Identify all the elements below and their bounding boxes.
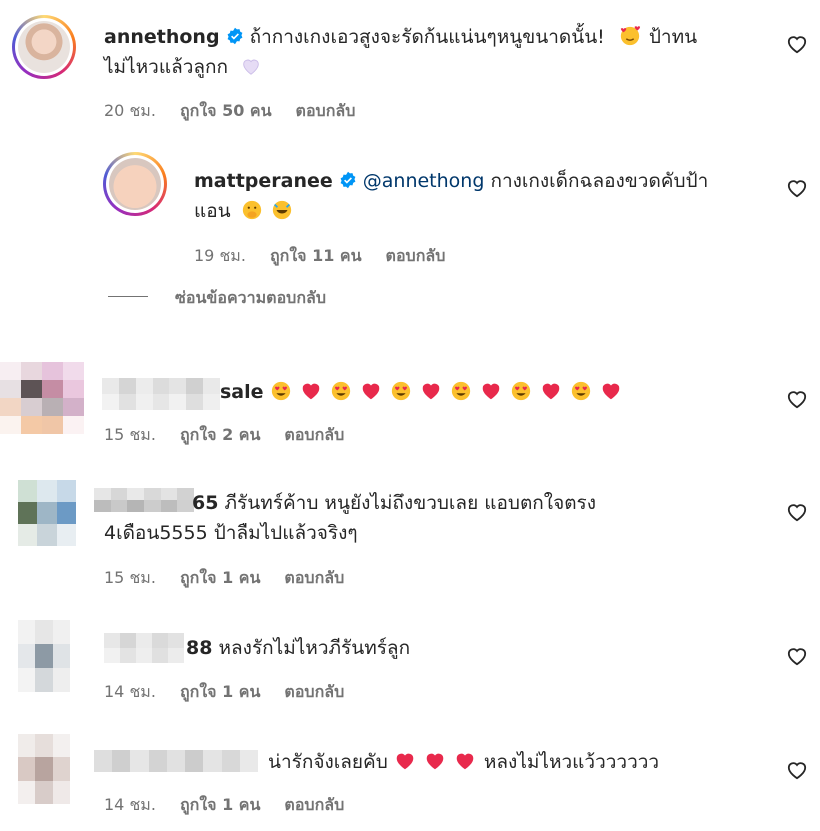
blurred-username	[104, 633, 184, 663]
mention-link[interactable]: @annethong	[363, 170, 485, 192]
heart-eyes-icon	[330, 380, 352, 402]
red-heart-icon	[454, 750, 476, 772]
white-heart-icon	[240, 55, 262, 77]
comment-text-3: ไม่ไหวแล้วลูกก	[104, 56, 229, 78]
hearts-row	[394, 751, 484, 773]
reply-body: mattperanee @annethong กางเกงเด็กฉลองขวดค…	[194, 166, 774, 226]
comment-text: ถ้ากางเกงเอวสูงจะรัดก้นแน่นๆหนูขนาดนั้น!	[249, 26, 605, 48]
likes-count[interactable]: ถูกใจ 11 คน	[270, 244, 362, 269]
comment-text-2: หลงไม่ไหวแว้วววววว	[483, 751, 660, 773]
avatar[interactable]	[0, 362, 84, 434]
comment-text: กางเกงเด็กฉลองขวดคับป้า	[490, 170, 709, 192]
comment-time: 19 ชม.	[194, 246, 246, 265]
smiling-face-with-hearts-icon	[619, 25, 641, 47]
avatar[interactable]	[18, 620, 70, 692]
comment-body: 65 ภีรันทร์ค้าบ หนูยังไม่ถึงขวบเลย แอบตก…	[104, 488, 784, 548]
comment-text-2: ป้าทน	[648, 26, 698, 48]
likes-count[interactable]: ถูกใจ 2 คน	[180, 423, 260, 448]
comment-body: น่ารักจังเลยคับ หลงไม่ไหวแว้วววววว	[268, 747, 788, 777]
likes-count[interactable]: ถูกใจ 1 คน	[180, 680, 260, 705]
comment-username[interactable]: sale	[220, 381, 264, 403]
heart-eyes-icon	[510, 380, 532, 402]
red-heart-icon	[424, 750, 446, 772]
comment-time: 14 ชม.	[104, 795, 156, 814]
like-heart-icon[interactable]	[786, 760, 808, 780]
blurred-username	[102, 378, 220, 410]
comment-username[interactable]: mattperanee	[194, 170, 333, 192]
avatar[interactable]	[109, 158, 161, 210]
comment-text-2: แอน	[194, 200, 231, 222]
rolling-laughing-icon	[271, 199, 293, 221]
comment-meta: 15 ชม. ถูกใจ 2 คน ตอบกลับ	[104, 423, 344, 448]
reply-button[interactable]: ตอบกลับ	[296, 99, 356, 124]
red-heart-icon	[540, 380, 562, 402]
comment-meta: 15 ชม. ถูกใจ 1 คน ตอบกลับ	[104, 566, 344, 591]
like-heart-icon[interactable]	[786, 389, 808, 409]
like-heart-icon[interactable]	[786, 178, 808, 198]
red-heart-icon	[420, 380, 442, 402]
likes-count[interactable]: ถูกใจ 50 คน	[180, 99, 272, 124]
comment-time: 15 ชม.	[104, 568, 156, 587]
comment-time: 14 ชม.	[104, 682, 156, 701]
reply-button[interactable]: ตอบกลับ	[284, 680, 344, 705]
heart-eyes-icon	[390, 380, 412, 402]
like-heart-icon[interactable]	[786, 502, 808, 522]
face-with-hand-over-mouth-icon	[241, 199, 263, 221]
avatar[interactable]	[18, 480, 76, 546]
avatar[interactable]	[18, 21, 70, 73]
red-heart-icon	[600, 380, 622, 402]
comment-text: หลงรักไม่ไหวภีรันทร์ลูก	[218, 637, 411, 659]
story-ring	[12, 15, 76, 79]
reply-button[interactable]: ตอบกลับ	[284, 566, 344, 591]
hide-replies-button[interactable]: ซ่อนข้อความตอบกลับ	[175, 286, 326, 311]
comment-meta: 20 ชม. ถูกใจ 50 คน ตอบกลับ	[104, 99, 355, 124]
reply-button[interactable]: ตอบกลับ	[386, 244, 446, 269]
divider	[108, 296, 148, 297]
avatar[interactable]	[18, 734, 70, 804]
verified-badge-icon	[340, 171, 356, 189]
blurred-username	[94, 750, 258, 772]
red-heart-icon	[394, 750, 416, 772]
comment-username[interactable]: 88	[186, 637, 212, 659]
red-heart-icon	[480, 380, 502, 402]
reply-meta: 19 ชม. ถูกใจ 11 คน ตอบกลับ	[194, 244, 445, 269]
heart-eyes-icon	[570, 380, 592, 402]
comment-body: annethong ถ้ากางเกงเอวสูงจะรัดก้นแน่นๆหนู…	[104, 22, 784, 82]
comment-body: sale	[220, 377, 780, 407]
likes-count[interactable]: ถูกใจ 1 คน	[180, 793, 260, 818]
comment-username[interactable]: 65	[192, 492, 218, 514]
verified-badge-icon	[227, 27, 242, 45]
emoji-row	[270, 381, 630, 403]
red-heart-icon	[360, 380, 382, 402]
comment-text: น่ารักจังเลยคับ	[268, 751, 388, 773]
like-heart-icon[interactable]	[786, 646, 808, 666]
comment-time: 15 ชม.	[104, 425, 156, 444]
like-heart-icon[interactable]	[786, 34, 808, 54]
heart-eyes-icon	[270, 380, 292, 402]
comment-text-2: 4เดือน5555 ป้าลืมไปแล้วจริงๆ	[104, 522, 358, 544]
comment-body: 88 หลงรักไม่ไหวภีรันทร์ลูก	[186, 633, 786, 663]
heart-eyes-icon	[450, 380, 472, 402]
reply-button[interactable]: ตอบกลับ	[284, 793, 344, 818]
red-heart-icon	[300, 380, 322, 402]
comment-meta: 14 ชม. ถูกใจ 1 คน ตอบกลับ	[104, 793, 344, 818]
likes-count[interactable]: ถูกใจ 1 คน	[180, 566, 260, 591]
comment-username[interactable]: annethong	[104, 26, 220, 48]
comment-text: ภีรันทร์ค้าบ หนูยังไม่ถึงขวบเลย แอบตกใจต…	[224, 492, 597, 514]
comment-meta: 14 ชม. ถูกใจ 1 คน ตอบกลับ	[104, 680, 344, 705]
comment-time: 20 ชม.	[104, 101, 156, 120]
story-ring	[103, 152, 167, 216]
reply-button[interactable]: ตอบกลับ	[284, 423, 344, 448]
